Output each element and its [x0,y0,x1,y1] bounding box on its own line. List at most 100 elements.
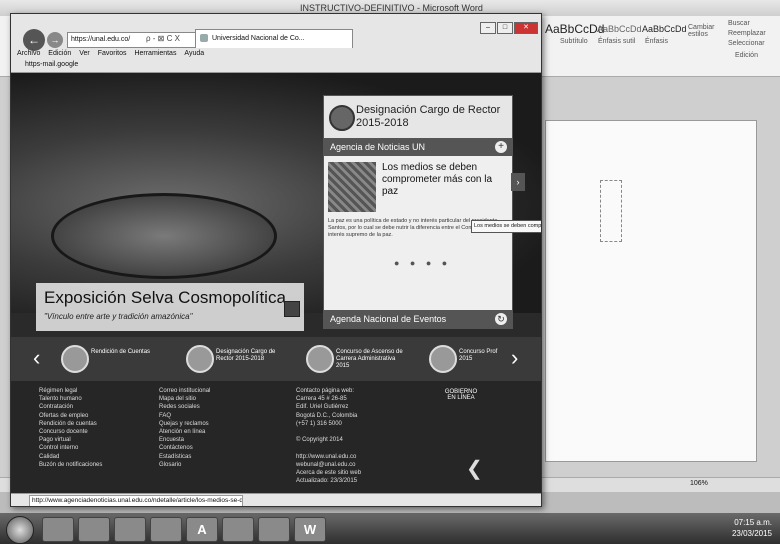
favorite-link[interactable]: https-mail.google [25,61,78,68]
browser-window: ← → https://unal.edu.co/ ρ - ⊠ C X Unive… [10,13,542,507]
menu-ver[interactable]: Ver [79,50,90,57]
agenda-eventos-header[interactable]: Agenda Nacional de Eventos ↻ [324,310,512,328]
taskbar-paint-icon[interactable] [258,517,290,542]
find-button[interactable]: Buscar [728,20,750,27]
footer-link[interactable]: © Copyright 2014 [296,436,361,444]
clock-date: 23/03/2015 [731,529,772,538]
address-controls[interactable]: ρ - ⊠ C X [146,34,180,43]
footer-link[interactable]: Concurso docente [39,428,102,436]
minimize-icon[interactable]: – [480,22,496,34]
word-textbox[interactable] [600,180,622,242]
close-icon[interactable]: ✕ [514,22,538,34]
taskbar-photo-icon[interactable] [222,517,254,542]
concurso-prof-icon [429,345,457,373]
footer-link[interactable]: Buzón de notificaciones [39,461,102,469]
footer-link[interactable]: Control interno [39,444,102,452]
footer-link[interactable]: Rendición de cuentas [39,420,102,428]
plus-icon[interactable]: + [495,141,507,153]
back-arrow-icon[interactable]: ❮ [466,456,483,481]
footer: Régimen legal Talento humano Contratación O… [11,381,541,493]
footer-link[interactable]: Glosario [159,461,210,469]
footer-link[interactable]: Encuesta [159,436,210,444]
footer-link[interactable]: http://www.unal.edu.co [296,453,361,461]
carousel-label: Rendición de Cuentas [91,349,151,355]
hero-caption[interactable]: Exposición Selva Cosmopolítica "Vínculo … [36,283,304,331]
taskbar-explorer-icon[interactable] [78,517,110,542]
carousel-item-designacion[interactable]: Designación Cargo de Rector 2015-2018 [186,345,296,373]
forward-button[interactable]: → [47,32,63,48]
agencia-noticias-header[interactable]: Agencia de Noticias UN + [324,138,512,156]
change-styles-button[interactable]: Cambiar estilos [688,24,714,38]
taskbar-acrobat-icon[interactable]: A [186,517,218,542]
carousel-item-concurso-prof[interactable]: Concurso Prof 2015 [429,345,509,373]
menu-ayuda[interactable]: Ayuda [184,50,204,57]
taskbar-ie-icon[interactable] [42,517,74,542]
carousel: ‹ Rendición de Cuentas Designación Cargo… [11,337,541,381]
carousel-next-icon[interactable]: › [511,345,518,371]
browser-statusbar: http://www.agenciadenoticias.unal.edu.co… [11,493,541,506]
browser-tab[interactable]: Universidad Nacional de Co... [195,29,353,48]
footer-link[interactable]: Carrera 45 # 26-85 [296,395,361,403]
hero-image [51,193,277,279]
system-clock[interactable]: 07:15 a.m. 23/03/2015 [732,517,772,539]
designacion-icon [329,105,355,131]
footer-link[interactable]: FAQ [159,412,210,420]
replace-button[interactable]: Reemplazar [728,30,766,37]
footer-link[interactable]: Régimen legal [39,387,102,395]
menu-edicion[interactable]: Edición [48,50,71,57]
zoom-level[interactable]: 106% [690,480,708,487]
footer-link[interactable]: Quejas y reclamos [159,420,210,428]
gallery-icon[interactable] [284,301,300,317]
footer-link[interactable]: Contratación [39,403,102,411]
footer-link[interactable]: Ofertas de empleo [39,412,102,420]
maximize-icon[interactable]: □ [497,22,513,34]
ribbon-style-2[interactable]: AaBbCcDd [597,24,642,34]
select-button[interactable]: Seleccionar [728,40,765,47]
footer-link[interactable]: Atención en línea [159,428,210,436]
taskbar-app-icon[interactable] [150,517,182,542]
carousel-item-rendicion[interactable]: Rendición de Cuentas [61,345,171,373]
gobierno-en-linea-logo[interactable]: GOBIERNO EN LÍNEA [441,389,481,449]
footer-link[interactable]: Estadísticas [159,453,210,461]
menu-herramientas[interactable]: Herramientas [134,50,176,57]
hero-title: Exposición Selva Cosmopolítica [44,288,286,307]
footer-link[interactable]: Bogotá D.C., Colombia [296,412,361,420]
agencia-noticias-label: Agencia de Noticias UN [330,142,426,152]
start-button[interactable] [6,516,34,544]
carousel-prev-icon[interactable]: ‹ [33,345,40,371]
footer-link[interactable]: Redes sociales [159,403,210,411]
news-headline[interactable]: Los medios se deben comprometer más con … [382,162,506,198]
window-controls: – □ ✕ [479,22,538,34]
taskbar-media-icon[interactable] [114,517,146,542]
footer-col-2: Correo institucional Mapa del sitio Redes … [159,387,210,469]
hero-subtitle: "Vínculo entre arte y tradición amazónic… [44,312,193,321]
footer-link[interactable]: Correo institucional [159,387,210,395]
menu-favoritos[interactable]: Favoritos [98,50,127,57]
footer-col-1: Régimen legal Talento humano Contratación O… [39,387,102,469]
menu-archivo[interactable]: Archivo [17,50,40,57]
footer-link[interactable]: Mapa del sitio [159,395,210,403]
footer-col-3: Contacto página web: Carrera 45 # 26-85 Ed… [296,387,361,485]
ribbon-style-1[interactable]: AaBbCcDd [545,22,604,36]
footer-link[interactable]: Edif. Uriel Gutiérrez [296,403,361,411]
footer-link[interactable]: Calidad [39,453,102,461]
news-next-arrow-icon[interactable]: › [511,173,525,191]
footer-link[interactable]: Pago virtual [39,436,102,444]
back-button[interactable]: ← [23,29,45,51]
designacion-link[interactable]: Designación Cargo de Rector 2015-2018 [324,96,512,138]
footer-link[interactable]: Contáctenos [159,444,210,452]
carousel-item-concurso-admin[interactable]: Concurso de Ascenso de Carrera Administr… [306,345,421,373]
taskbar-word-icon[interactable]: W [294,517,326,542]
refresh-icon[interactable]: ↻ [495,313,507,325]
word-page[interactable] [545,120,757,462]
footer-link[interactable]: Acerca de este sitio web [296,469,361,477]
footer-link[interactable]: webunal@unal.edu.co [296,461,361,469]
footer-link[interactable]: (+57 1) 316 5000 [296,420,361,428]
concurso-icon [306,345,334,373]
news-thumbnail[interactable] [328,162,376,212]
footer-link[interactable]: Actualizado: 23/3/2015 [296,477,361,485]
footer-link[interactable]: Contacto página web: [296,387,361,395]
footer-link[interactable]: Talento humano [39,395,102,403]
news-pager-dots[interactable]: ● ● ● ● [394,258,451,268]
ribbon-style-3[interactable]: AaBbCcDd [642,24,687,34]
